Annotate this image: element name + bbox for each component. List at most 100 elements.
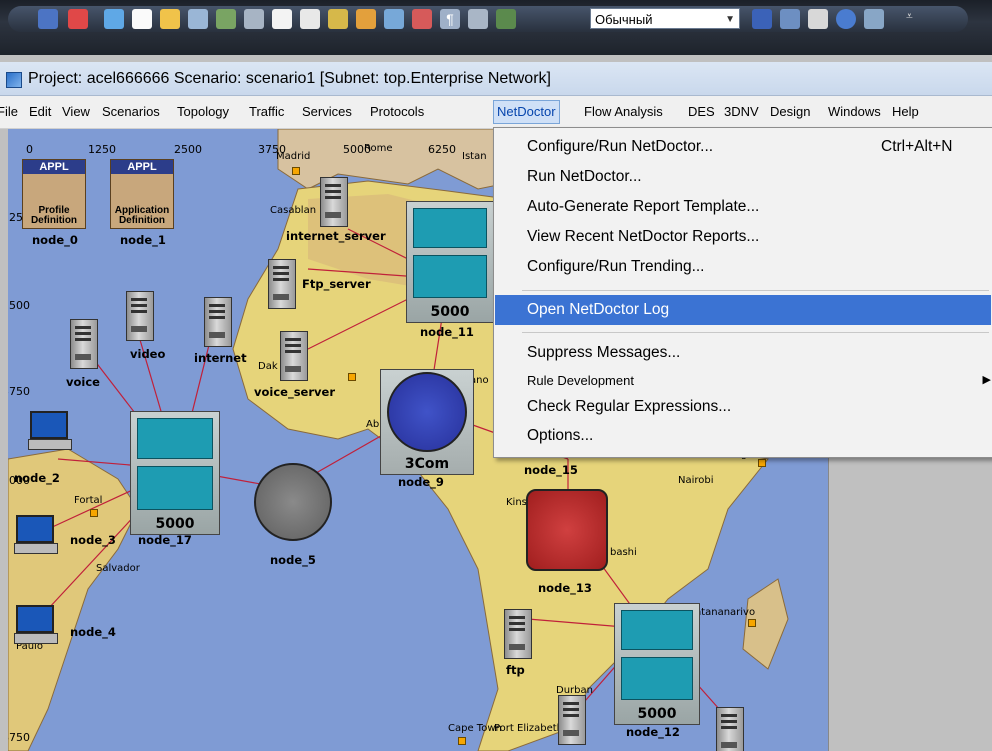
menu-item-configure-run-trending[interactable]: Configure/Run Trending... [495,252,991,282]
switch-hub-icon [413,254,487,298]
video-node[interactable] [126,291,154,341]
workstation-node-2[interactable] [28,411,72,451]
ruler-x-0: 0 [26,143,33,156]
page-icon[interactable] [272,9,292,29]
ftp-node[interactable] [504,609,532,659]
menu-file[interactable]: File [0,104,18,119]
profile-definition-node[interactable]: APPL Profile Definition [22,159,86,229]
switch-node-17[interactable]: 5000 [130,411,220,535]
voice-server-node[interactable] [280,331,308,381]
menu-3dnv[interactable]: 3DNV [724,104,759,119]
city-marker [348,373,356,381]
router-node-13[interactable] [526,489,608,571]
internet-server-node[interactable] [320,177,348,227]
node-label-node-1: node_1 [120,233,166,247]
node-label-node-2: node_2 [14,471,60,485]
menu-item-options[interactable]: Options... [495,421,991,451]
quick-access-toolbar: ¶ Обычный ▼ ⩡ [0,0,992,55]
menu-traffic[interactable]: Traffic [249,104,284,119]
draw-icon[interactable] [216,9,236,29]
chart-icon[interactable] [496,9,516,29]
clear-icon[interactable] [412,9,432,29]
node-label-node-11: node_11 [420,325,474,339]
monitor-icon [30,411,68,439]
menu-item-view-recent-reports[interactable]: View Recent NetDoctor Reports... [495,222,991,252]
customize-toolbar-icon[interactable]: ⩡ [906,9,918,29]
application-definition-node[interactable]: APPL Application Definition [110,159,174,229]
menu-item-open-netdoctor-log[interactable]: Open NetDoctor Log [495,295,991,325]
menu-item-label: Configure/Run NetDoctor... [527,138,714,155]
menu-design[interactable]: Design [770,104,810,119]
open-icon[interactable] [160,9,180,29]
city-label: Casablan [270,205,317,216]
menu-item-configure-run-netdoctor[interactable]: Configure/Run NetDoctor... Ctrl+Alt+N [495,132,991,162]
menu-scenarios[interactable]: Scenarios [102,104,160,119]
menu-windows[interactable]: Windows [828,104,881,119]
style-dropdown[interactable]: Обычный ▼ [590,8,740,29]
ruler-y-2500: 2500 [8,299,30,312]
menu-item-check-regular-expressions[interactable]: Check Regular Expressions... [495,392,991,422]
city-label: Salvador [96,563,140,574]
columns-icon[interactable] [468,9,488,29]
font-color-icon[interactable] [752,9,772,29]
menu-item-shortcut: Ctrl+Alt+N [881,138,953,155]
submenu-arrow-icon: ▶ [982,374,991,386]
document-icon[interactable] [300,9,320,29]
ruler-x-2500: 2500 [174,143,202,156]
menu-topology[interactable]: Topology [177,104,229,119]
switch-hub-icon [621,656,693,700]
align-icon[interactable] [244,9,264,29]
styles-icon[interactable] [780,9,800,29]
undo-icon[interactable] [68,9,88,29]
city-label: Nairobi [678,475,714,486]
menu-bar: File Edit View Scenarios Topology Traffi… [0,96,992,129]
city-label: Madrid [276,151,311,162]
format-painter-icon[interactable] [356,9,376,29]
table-icon[interactable] [188,9,208,29]
menu-item-run-netdoctor[interactable]: Run NetDoctor... [495,162,991,192]
picture-icon[interactable] [864,9,884,29]
menu-separator [522,332,989,333]
menu-item-label: View Recent NetDoctor Reports... [527,228,760,245]
workstation-node-4[interactable] [14,605,58,645]
ftp-server-node[interactable] [268,259,296,309]
menu-item-rule-development[interactable]: Rule Development ▶ [495,365,991,395]
node-label-node-12: node_12 [626,725,680,739]
menu-item-suppress-messages[interactable]: Suppress Messages... [495,338,991,368]
new-icon[interactable] [132,9,152,29]
save-icon[interactable] [38,9,58,29]
node-label-node-3: node_3 [70,533,116,547]
workstation-node-3[interactable] [14,515,58,555]
spellcheck-icon[interactable] [328,9,348,29]
node-label-voice-server: voice_server [254,385,335,399]
internet-node[interactable] [204,297,232,347]
router-node-9[interactable]: 3Com [380,369,474,475]
switch-node-12[interactable]: 5000 [614,603,700,725]
print-preview-icon[interactable] [104,9,124,29]
pilcrow-icon[interactable]: ¶ [440,9,460,29]
menu-edit[interactable]: Edit [29,104,51,119]
monitor-icon [16,515,54,543]
menu-netdoctor[interactable]: NetDoctor [493,100,560,124]
refresh-icon[interactable] [836,9,856,29]
menu-item-label: Rule Development [527,373,634,388]
menu-flow-analysis[interactable]: Flow Analysis [584,104,663,119]
menu-item-label: Suppress Messages... [527,344,681,361]
edit-icon[interactable] [384,9,404,29]
menu-help[interactable]: Help [892,104,919,119]
menu-des[interactable]: DES [688,104,715,119]
menu-view[interactable]: View [62,104,90,119]
appl-header: APPL [23,160,85,174]
window-title-bar: Project: acel666666 Scenario: scenario1 … [0,62,992,96]
server-node[interactable] [558,695,586,745]
router-node-5[interactable] [254,463,332,541]
appl-header: APPL [111,160,173,174]
server-node[interactable] [716,707,744,751]
menu-services[interactable]: Services [302,104,352,119]
voice-node[interactable] [70,319,98,369]
switch-node-11[interactable]: 5000 [406,201,494,323]
list-icon[interactable] [808,9,828,29]
window-title: Project: acel666666 Scenario: scenario1 … [28,70,551,87]
menu-item-auto-generate-report-template[interactable]: Auto-Generate Report Template... [495,192,991,222]
menu-protocols[interactable]: Protocols [370,104,424,119]
